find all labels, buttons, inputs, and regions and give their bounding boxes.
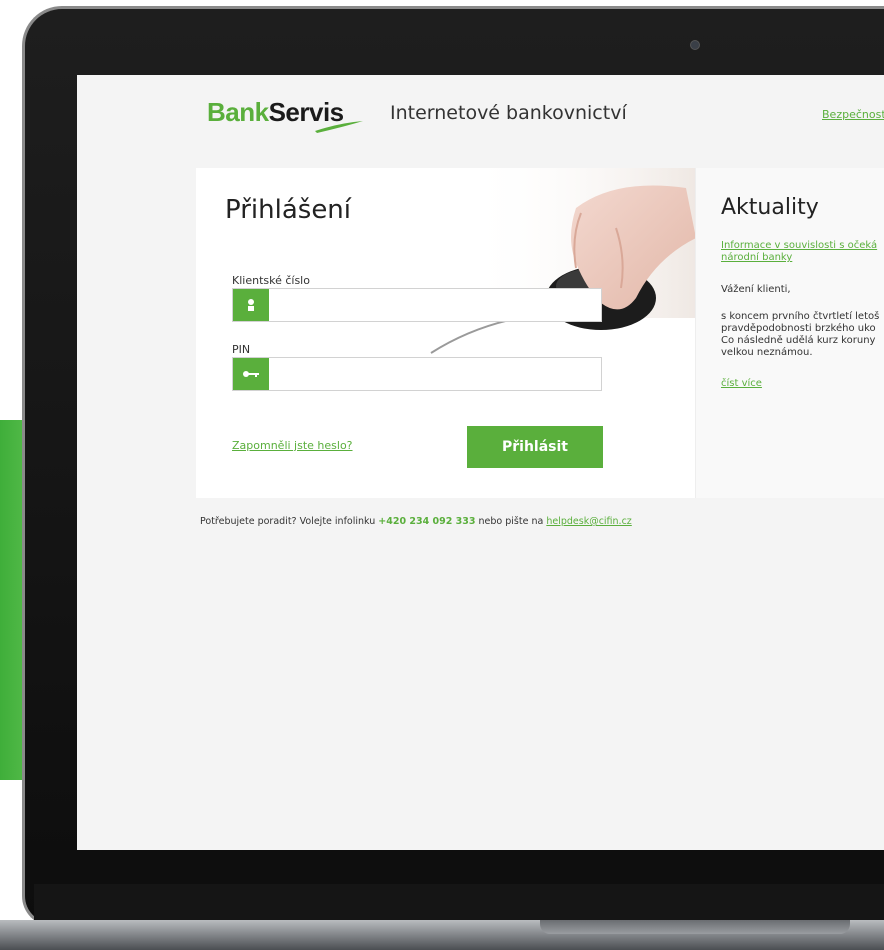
pin-input[interactable] xyxy=(273,360,597,390)
app-title: Internetové bankovnictví xyxy=(390,102,627,124)
pin-label: PIN xyxy=(232,343,251,356)
news-title: Aktuality xyxy=(721,195,819,220)
news-body: s koncem prvního čtvrtletí letoš pravděp… xyxy=(721,311,879,359)
user-icon xyxy=(233,289,269,321)
client-number-input[interactable] xyxy=(273,291,597,321)
laptop-hinge-notch xyxy=(540,920,850,934)
read-more-link[interactable]: číst více xyxy=(721,378,762,389)
hand-mouse-illustration xyxy=(430,168,696,354)
client-number-field xyxy=(232,288,602,322)
screen: BankServis Internetové bankovnictví Bezp… xyxy=(77,75,884,850)
logo-bank-text: Bank xyxy=(207,97,269,127)
camera-icon xyxy=(690,40,700,50)
news-body-line-4: velkou neznámou. xyxy=(721,347,813,358)
helpline-phone: +420 234 092 333 xyxy=(378,516,476,527)
news-article-link[interactable]: Informace v souvislosti s očeká národní … xyxy=(721,240,877,264)
key-icon xyxy=(233,358,269,390)
client-number-label: Klientské číslo xyxy=(232,274,310,287)
helpdesk-email-link[interactable]: helpdesk@cifin.cz xyxy=(546,516,631,527)
security-link[interactable]: Bezpečnost xyxy=(822,108,884,121)
login-button[interactable]: Přihlásit xyxy=(467,426,603,468)
login-card: Přihlášení Klientské číslo PIN Zapomněli… xyxy=(196,168,884,498)
logo-swoosh-icon xyxy=(315,121,363,133)
help-text-before: Potřebujete poradit? Volejte infolinku xyxy=(200,516,379,527)
login-title: Přihlášení xyxy=(225,195,352,225)
news-greeting: Vážení klienti, xyxy=(721,284,791,295)
pin-field xyxy=(232,357,602,391)
device-mockup: BankServis Internetové bankovnictví Bezp… xyxy=(0,0,884,950)
news-link-line-1: Informace v souvislosti s očeká xyxy=(721,240,878,251)
help-line: Potřebujete poradit? Volejte infolinku +… xyxy=(200,516,632,527)
help-text-middle: nebo pište na xyxy=(475,516,547,527)
news-link-line-2: národní banky xyxy=(721,252,793,263)
news-body-line-3: Co následně udělá kurz koruny xyxy=(721,335,876,346)
news-body-line-1: s koncem prvního čtvrtletí letoš xyxy=(721,311,880,322)
forgot-password-link[interactable]: Zapomněli jste heslo? xyxy=(232,439,353,452)
news-panel: Aktuality Informace v souvislosti s oček… xyxy=(695,168,884,498)
laptop-bottom-bezel xyxy=(34,884,884,920)
news-body-line-2: pravděpodobnosti brzkého uko xyxy=(721,323,876,334)
